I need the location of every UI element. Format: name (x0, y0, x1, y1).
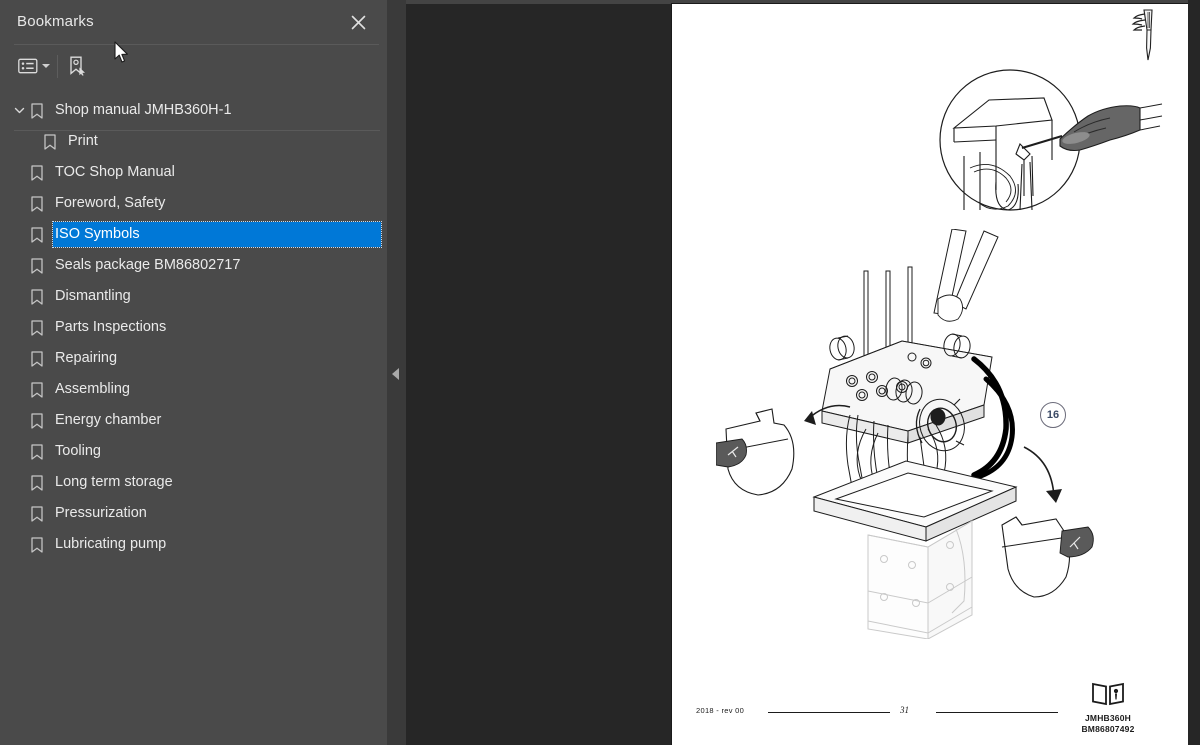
panel-collapse-handle[interactable] (388, 0, 406, 745)
bookmark-item-label: TOC Shop Manual (55, 164, 175, 180)
bookmark-item-parts-inspections[interactable]: Parts Inspections (0, 312, 388, 343)
chevron-down-icon[interactable] (10, 102, 28, 120)
bookmark-tree: Shop manual JMHB360H-1 Print TOC Shop Manu… (0, 95, 388, 735)
footer-revision: 2018 - rev 00 (696, 706, 745, 715)
step-number-callout: 16 (1040, 402, 1066, 428)
hydraulic-breaker-side-plate-removal-figure (715, 228, 1146, 640)
bookmark-item-print[interactable]: Print (0, 126, 388, 157)
bookmark-item-label: Foreword, Safety (55, 195, 166, 211)
bookmarks-toolbar (0, 45, 388, 131)
list-options-icon[interactable] (18, 53, 50, 79)
collapse-left-arrow-icon (392, 368, 399, 380)
bookmark-item-toc-shop-manual[interactable]: TOC Shop Manual (0, 157, 388, 188)
bookmark-item-label: Lubricating pump (55, 536, 167, 552)
bookmark-icon (28, 195, 45, 213)
bookmark-item-foreword-safety[interactable]: Foreword, Safety (0, 188, 388, 219)
bookmark-icon (28, 412, 45, 430)
bookmark-item-shop-manual-jmhb360h-1[interactable]: Shop manual JMHB360H-1 (0, 95, 388, 126)
application-window: Bookmarks Shop manual JMHB360H-1 Print T… (0, 0, 1200, 745)
footer-page-number: 31 (900, 705, 909, 715)
bookmark-icon (28, 288, 45, 306)
viewer-right-edge (1188, 0, 1200, 745)
bookmark-icon (28, 381, 45, 399)
bookmark-item-label: Long term storage (55, 474, 173, 490)
open-manual-icon (1092, 682, 1124, 706)
bookmark-icon (28, 505, 45, 523)
pdf-page: 16 2018 - rev 00 31 JMHB360H BM86807492 (672, 4, 1188, 745)
bookmark-icon (28, 443, 45, 461)
bookmark-item-energy-chamber[interactable]: Energy chamber (0, 405, 388, 436)
panel-title: Bookmarks (17, 13, 94, 30)
document-viewer[interactable]: 16 2018 - rev 00 31 JMHB360H BM86807492 (406, 0, 1200, 745)
bookmark-icon (41, 133, 58, 151)
detail-circle-gloved-hand-screwdriver (934, 64, 1166, 224)
panel-header: Bookmarks (0, 0, 387, 45)
bookmark-icon (28, 319, 45, 337)
bookmark-item-tooling[interactable]: Tooling (0, 436, 388, 467)
bookmark-item-label: ISO Symbols (55, 226, 140, 242)
chevron-down-icon (42, 64, 50, 68)
bookmark-item-assembling[interactable]: Assembling (0, 374, 388, 405)
bookmark-item-label: Pressurization (55, 505, 147, 521)
bookmark-item-lubricating-pump[interactable]: Lubricating pump (0, 529, 388, 560)
bookmark-item-label: Parts Inspections (55, 319, 167, 335)
bookmark-item-label: Shop manual JMHB360H-1 (55, 102, 232, 118)
footer-part-code: BM86807492 (1081, 724, 1135, 734)
bookmark-item-seals-package-bm86802717[interactable]: Seals package BM86802717 (0, 250, 388, 281)
toolbar-divider (57, 55, 58, 78)
bookmark-item-label: Tooling (55, 443, 101, 459)
new-bookmark-icon[interactable] (66, 53, 88, 79)
bookmark-icon (28, 226, 45, 244)
bookmark-icon (28, 164, 45, 182)
bookmark-icon (28, 474, 45, 492)
footer-manual-block: JMHB360H BM86807492 (1052, 679, 1164, 735)
bookmark-item-label: Dismantling (55, 288, 131, 304)
bookmark-item-iso-symbols[interactable]: ISO Symbols (0, 219, 388, 250)
hydraulic-breaker-tool-icon (1118, 8, 1164, 64)
bookmark-item-label: Print (68, 133, 98, 149)
bookmark-item-long-term-storage[interactable]: Long term storage (0, 467, 388, 498)
footer-model-code: JMHB360H (1084, 713, 1131, 723)
bookmark-icon (28, 350, 45, 368)
bookmarks-panel: Bookmarks Shop manual JMHB360H-1 Print T… (0, 0, 388, 745)
bookmark-item-label: Repairing (55, 350, 118, 366)
bookmark-icon (28, 257, 45, 275)
footer-rule-left (768, 712, 890, 713)
bookmark-item-pressurization[interactable]: Pressurization (0, 498, 388, 529)
bookmark-item-label: Energy chamber (55, 412, 162, 428)
bookmark-icon (28, 102, 45, 120)
close-icon[interactable] (347, 11, 369, 33)
page-footer: 2018 - rev 00 31 JMHB360H BM86807492 (672, 679, 1188, 745)
bookmark-item-repairing[interactable]: Repairing (0, 343, 388, 374)
bookmark-icon (28, 536, 45, 554)
bookmark-item-dismantling[interactable]: Dismantling (0, 281, 388, 312)
footer-rule-right (936, 712, 1058, 713)
bookmark-item-label: Assembling (55, 381, 130, 397)
bookmark-item-label: Seals package BM86802717 (55, 257, 241, 273)
